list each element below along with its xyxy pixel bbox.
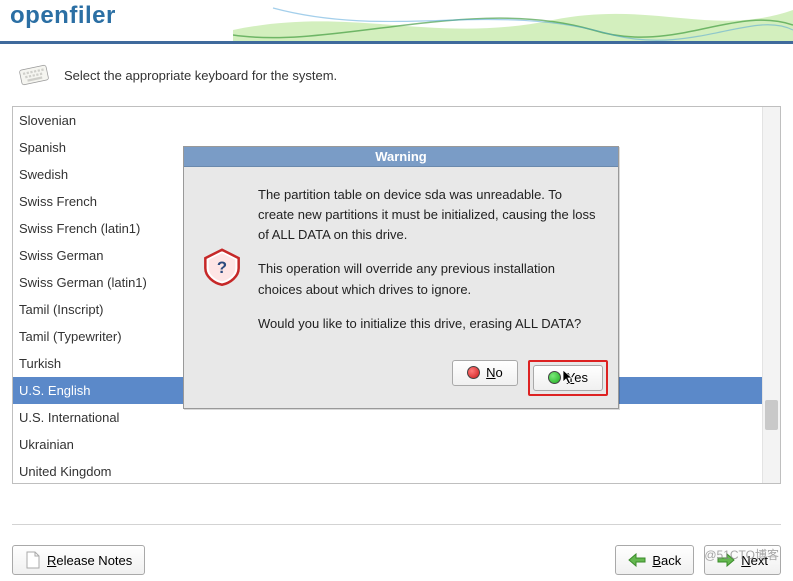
keyboard-icon — [16, 60, 52, 90]
next-button[interactable]: Next — [704, 545, 781, 575]
yes-button[interactable]: Yes — [533, 365, 603, 391]
instruction-row: Select the appropriate keyboard for the … — [16, 60, 781, 90]
dialog-buttons: No Yes — [184, 354, 618, 408]
dialog-para2: This operation will override any previou… — [258, 259, 600, 299]
dialog-para1: The partition table on device sda was un… — [258, 185, 600, 245]
list-item[interactable]: Slovenian — [13, 107, 762, 134]
scrollbar-thumb[interactable] — [765, 400, 778, 430]
dialog-para3: Would you like to initialize this drive,… — [258, 314, 600, 334]
yes-label: Yes — [567, 370, 588, 385]
warning-dialog: Warning ? The partition table on device … — [183, 146, 619, 409]
brand-logo: openfiler — [10, 2, 116, 30]
warning-icon: ? — [202, 185, 242, 348]
dialog-body: ? The partition table on device sda was … — [184, 167, 618, 354]
footer: Release Notes Back Next — [12, 524, 781, 575]
back-label: Back — [652, 553, 681, 568]
release-notes-label: Release Notes — [47, 553, 132, 568]
back-button[interactable]: Back — [615, 545, 694, 575]
no-button[interactable]: No — [452, 360, 518, 386]
dialog-title: Warning — [184, 147, 618, 167]
document-icon — [25, 551, 41, 569]
scrollbar[interactable] — [762, 107, 780, 483]
yes-icon — [548, 371, 561, 384]
header-decoration — [233, 0, 793, 44]
instruction-text: Select the appropriate keyboard for the … — [64, 68, 337, 83]
list-item[interactable]: Ukrainian — [13, 431, 762, 458]
no-icon — [467, 366, 480, 379]
no-label: No — [486, 365, 503, 380]
next-arrow-icon — [717, 553, 735, 567]
dialog-text: The partition table on device sda was un… — [258, 185, 600, 348]
release-notes-button[interactable]: Release Notes — [12, 545, 145, 575]
next-label: Next — [741, 553, 768, 568]
yes-highlight: Yes — [528, 360, 608, 396]
header: openfiler — [0, 0, 793, 44]
back-arrow-icon — [628, 553, 646, 567]
list-item[interactable]: United Kingdom — [13, 458, 762, 483]
svg-text:?: ? — [217, 258, 227, 277]
